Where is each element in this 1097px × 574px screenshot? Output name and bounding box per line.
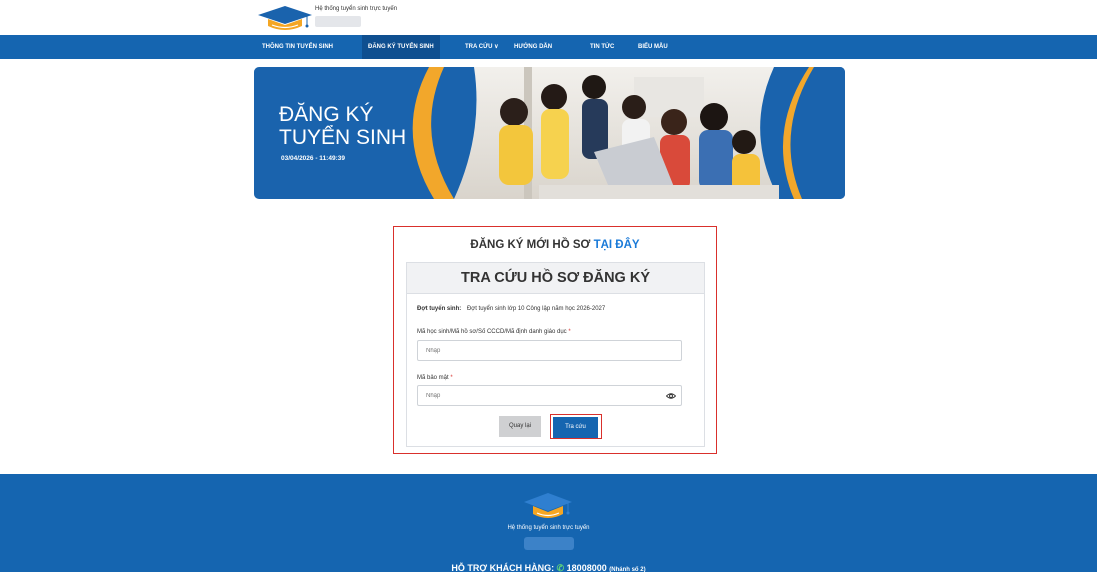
register-heading-text: ĐĂNG KÝ MỚI HỒ SƠ [470, 239, 591, 251]
id-field-label: Mã học sinh/Mã hồ sơ/Số CCCD/Mã định dan… [417, 329, 571, 335]
id-input[interactable] [417, 340, 682, 361]
lookup-card: TRA CỨU HỒ SƠ ĐĂNG KÝ Đợt tuyển sinh: Đợ… [406, 262, 705, 447]
register-here-link[interactable]: TẠI ĐÂY [594, 239, 640, 251]
security-field-label: Mã bảo mật * [417, 375, 453, 381]
nav-item-huong-dan[interactable]: HƯỚNG DẪN [508, 35, 558, 59]
nav-item-thong-tin[interactable]: THÔNG TIN TUYỂN SINH [256, 35, 339, 59]
search-button-highlight: Tra cứu [550, 414, 602, 439]
site-name: Hệ thống tuyển sinh trực tuyến [315, 6, 398, 12]
page-footer: Hệ thống tuyển sinh trực tuyến HỖ TRỢ KH… [0, 474, 1097, 574]
required-mark: * [450, 375, 453, 381]
period-label: Đợt tuyển sinh: [417, 306, 462, 312]
lookup-title: TRA CỨU HỒ SƠ ĐĂNG KÝ [407, 263, 704, 294]
customer-support: HỖ TRỢ KHÁCH HÀNG: ✆ 18008000 (Nhánh số … [0, 563, 1097, 574]
security-label-text: Mã bảo mật [417, 375, 449, 381]
graduation-cap-logo-icon [524, 493, 572, 518]
footer-site-name: Hệ thống tuyển sinh trực tuyến [507, 525, 590, 531]
search-button[interactable]: Tra cứu [553, 417, 598, 438]
lookup-container: ĐĂNG KÝ MỚI HỒ SƠ TẠI ĐÂY TRA CỨU HỒ SƠ … [393, 226, 717, 454]
security-code-input[interactable] [417, 385, 682, 406]
nav-item-tin-tuc[interactable]: TIN TỨC [584, 35, 620, 59]
nav-item-dang-ky[interactable]: ĐĂNG KÝ TUYỂN SINH [362, 35, 440, 59]
back-button[interactable]: Quay lại [499, 416, 541, 437]
eye-icon[interactable] [666, 391, 676, 401]
banner-datetime: 03/04/2026 - 11:49:39 [281, 155, 345, 162]
main-navbar: THÔNG TIN TUYỂN SINH ĐĂNG KÝ TUYỂN SINH … [0, 35, 1097, 59]
period-value: Đợt tuyển sinh lớp 10 Công lập năm học 2… [466, 306, 606, 312]
top-header: Hệ thống tuyển sinh trực tuyến [0, 0, 1097, 35]
nav-item-bieu-mau[interactable]: BIỂU MẪU [632, 35, 674, 59]
blurred-subtitle [315, 16, 361, 27]
hero-banner: ĐĂNG KÝ TUYỂN SINH 03/04/2026 - 11:49:39 [254, 67, 845, 199]
period-info: Đợt tuyển sinh: Đợt tuyển sinh lớp 10 Cô… [417, 306, 605, 312]
support-phone-note: (Nhánh số 2) [609, 567, 646, 573]
footer-blurred-subtitle [524, 537, 574, 550]
banner-title-line2: TUYỂN SINH [279, 126, 407, 149]
required-mark: * [568, 329, 571, 335]
graduation-cap-logo-icon[interactable] [256, 6, 314, 32]
nav-item-tra-cuu[interactable]: TRA CỨU ∨ [459, 35, 504, 59]
id-label-text: Mã học sinh/Mã hồ sơ/Số CCCD/Mã định dan… [417, 329, 567, 335]
register-heading: ĐĂNG KÝ MỚI HỒ SƠ TẠI ĐÂY [394, 239, 716, 251]
banner-title: ĐĂNG KÝ TUYỂN SINH [279, 103, 406, 149]
banner-title-line1: ĐĂNG KÝ [279, 103, 374, 126]
